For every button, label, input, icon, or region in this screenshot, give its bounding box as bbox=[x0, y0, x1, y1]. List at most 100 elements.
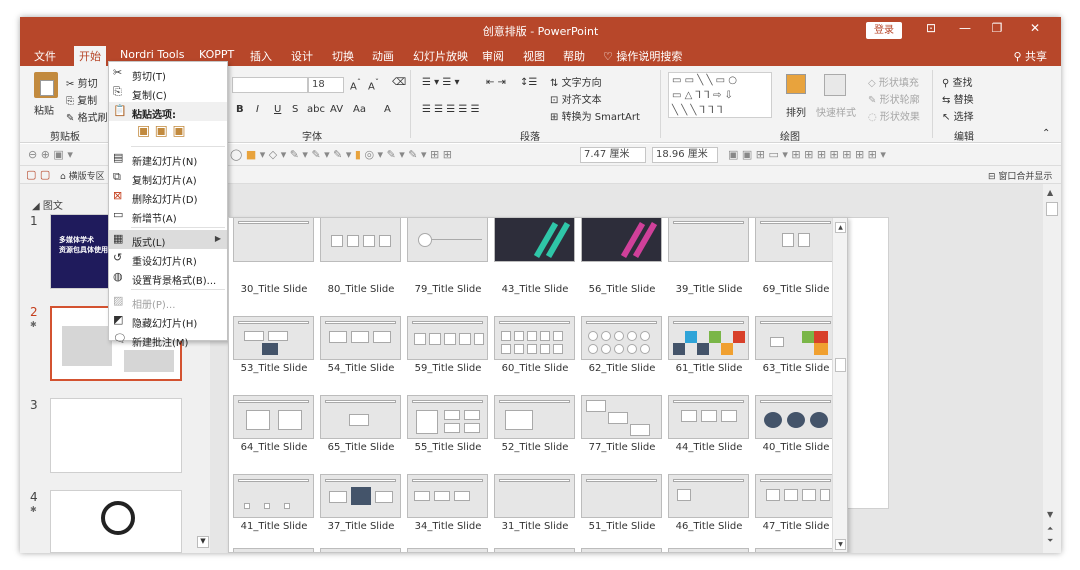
tab-transitions[interactable]: 切换 bbox=[332, 48, 354, 64]
layout-thumb[interactable] bbox=[233, 548, 314, 552]
collapse-ribbon-icon[interactable]: ⌃ bbox=[1042, 128, 1050, 139]
layout-thumb[interactable] bbox=[668, 316, 749, 360]
tab-home[interactable]: 开始 bbox=[74, 46, 106, 66]
shadow-icon[interactable]: S bbox=[292, 104, 298, 115]
quick-styles-icon[interactable] bbox=[824, 74, 846, 96]
paste-icon[interactable] bbox=[34, 72, 58, 98]
layout-thumb[interactable] bbox=[407, 474, 488, 518]
gallery-scrollbar[interactable]: ▲ ▼ bbox=[832, 218, 847, 552]
scroll-thumb[interactable] bbox=[1046, 202, 1058, 216]
tell-me-search[interactable]: ♡ 操作说明搜索 bbox=[603, 48, 682, 64]
menu-item-layout[interactable]: ▦ 版式(L) ▶ bbox=[109, 230, 227, 249]
menu-item-new-comment[interactable]: 🗨 新建批注(M) bbox=[109, 330, 227, 349]
format-painter-button[interactable]: ✎ 格式刷 bbox=[66, 109, 108, 124]
section-header[interactable]: ◢ 图文 bbox=[32, 197, 63, 212]
layout-thumb[interactable] bbox=[494, 548, 575, 552]
italic-icon[interactable]: I bbox=[256, 104, 259, 115]
layout-thumb[interactable] bbox=[233, 395, 314, 439]
layout-thumb[interactable] bbox=[494, 218, 575, 262]
slide-thumbnail-4[interactable] bbox=[50, 490, 182, 553]
layout-thumb[interactable] bbox=[320, 218, 401, 262]
menu-item-format-background[interactable]: ◍ 设置背景格式(B)... bbox=[109, 268, 227, 287]
layout-thumb[interactable] bbox=[494, 395, 575, 439]
layout-thumb[interactable] bbox=[233, 316, 314, 360]
tab-review[interactable]: 审阅 bbox=[482, 48, 504, 64]
indent-icon[interactable]: ⇤ ⇥ bbox=[486, 77, 506, 88]
cut-button[interactable]: ✂ 剪切 bbox=[66, 75, 98, 90]
change-case-icon[interactable]: Aa bbox=[353, 104, 366, 115]
tab-animations[interactable]: 动画 bbox=[372, 48, 394, 64]
toolbar-icons-mid[interactable]: ◯ ■ ▾ ◇ ▾ ✎ ▾ ✎ ▾ ✎ ▾ ▮ ◎ ▾ ✎ ▾ ✎ ▾ ⊞ ⊞ bbox=[230, 148, 452, 161]
gallery-scroll-down-icon[interactable]: ▼ bbox=[835, 539, 846, 550]
menu-item-cut[interactable]: ✂ 剪切(T) bbox=[109, 64, 227, 83]
tab-design[interactable]: 设计 bbox=[291, 48, 313, 64]
align-text-button[interactable]: ⊡ 对齐文本 bbox=[550, 91, 602, 106]
tab-koppt[interactable]: KOPPT bbox=[199, 48, 234, 61]
next-slide-icon[interactable]: ⏷ bbox=[1047, 536, 1053, 546]
menu-item-duplicate-slide[interactable]: ⧉ 复制幻灯片(A) bbox=[109, 168, 227, 187]
layout-thumb[interactable] bbox=[320, 474, 401, 518]
tab-horizontal-zone[interactable]: ⌂ 横版专区 ✕ bbox=[60, 169, 115, 182]
align-icons[interactable]: ☰ ☰ ☰ ☰ ☰ bbox=[422, 104, 480, 115]
tab-help[interactable]: 帮助 bbox=[563, 48, 585, 64]
bullets-icon[interactable]: ☰ ▾ ☰ ▾ bbox=[422, 77, 460, 88]
char-spacing-icon[interactable]: AV bbox=[330, 104, 343, 115]
font-size-combo[interactable]: 18 bbox=[308, 77, 344, 93]
copy-button[interactable]: ⎘ 复制 bbox=[66, 92, 97, 107]
shapes-gallery[interactable]: ▭ ▭ ╲ ╲ ▭ ○ ▭ △ ⅂ ⅂ ⇨ ⇩ ╲ ╲ ╲ ⅂ ⅂ ⅂ bbox=[668, 72, 772, 118]
layout-thumb[interactable] bbox=[581, 395, 662, 439]
login-button[interactable]: 登录 bbox=[866, 22, 902, 39]
grow-font-icon[interactable]: Aˆ bbox=[350, 77, 361, 92]
layout-thumb[interactable] bbox=[581, 218, 662, 262]
layout-thumb[interactable] bbox=[755, 395, 836, 439]
line-spacing-icon[interactable]: ↕☰ bbox=[520, 77, 537, 88]
font-color-icon[interactable]: A bbox=[384, 104, 391, 115]
bold-icon[interactable]: B bbox=[236, 104, 244, 115]
layout-thumb[interactable] bbox=[233, 474, 314, 518]
minimize-icon[interactable]: — bbox=[956, 21, 974, 35]
layout-thumb[interactable] bbox=[407, 548, 488, 552]
slide-thumbnail-3[interactable] bbox=[50, 398, 182, 473]
close-icon[interactable]: ✕ bbox=[1026, 21, 1044, 35]
menu-item-hide-slide[interactable]: ◩ 隐藏幻灯片(H) bbox=[109, 311, 227, 330]
layout-thumb[interactable] bbox=[668, 218, 749, 262]
menu-item-delete-slide[interactable]: ⊠ 删除幻灯片(D) bbox=[109, 187, 227, 206]
shrink-font-icon[interactable]: Aˇ bbox=[368, 77, 379, 92]
paste-button[interactable]: 粘贴 bbox=[34, 102, 54, 117]
toolbar-icons-left[interactable]: ⊖ ⊕ ▣ ▾ bbox=[28, 148, 73, 161]
arrange-button[interactable]: 排列 bbox=[786, 104, 806, 119]
layout-thumb[interactable] bbox=[407, 316, 488, 360]
merge-windows-button[interactable]: ⊟ 窗口合并显示 bbox=[988, 169, 1052, 182]
toolbar-icons-right[interactable]: ▣ ▣ ⊞ ▭ ▾ ⊞ ⊞ ⊞ ⊞ ⊞ ⊞ ⊞ ▾ bbox=[728, 148, 886, 161]
tab-slideshow[interactable]: 幻灯片放映 bbox=[413, 48, 468, 64]
layout-thumb[interactable] bbox=[407, 395, 488, 439]
layout-thumb[interactable] bbox=[494, 474, 575, 518]
layout-thumb[interactable] bbox=[233, 218, 314, 262]
layout-thumb[interactable] bbox=[668, 395, 749, 439]
tab-file[interactable]: 文件 bbox=[34, 48, 56, 64]
layout-thumb[interactable] bbox=[755, 218, 836, 262]
layout-thumb[interactable] bbox=[755, 316, 836, 360]
layout-thumb[interactable] bbox=[494, 316, 575, 360]
replace-button[interactable]: ⇆ 替换 bbox=[942, 91, 974, 106]
clear-format-icon[interactable]: ⌫ bbox=[392, 77, 406, 88]
height-field[interactable]: 18.96 厘米 bbox=[652, 147, 718, 163]
gallery-scroll-up-icon[interactable]: ▲ bbox=[835, 222, 846, 233]
shape-outline-button[interactable]: ✎ 形状轮廓 bbox=[868, 91, 920, 106]
find-button[interactable]: ⚲ 查找 bbox=[942, 74, 973, 89]
menu-item-reset-slide[interactable]: ↺ 重设幻灯片(R) bbox=[109, 249, 227, 268]
doc-icons[interactable]: ▢ ▢ bbox=[26, 168, 50, 181]
tab-view[interactable]: 视图 bbox=[523, 48, 545, 64]
ribbon-display-icon[interactable]: ⊡ bbox=[922, 21, 940, 35]
gallery-scroll-thumb[interactable] bbox=[835, 358, 846, 372]
scroll-up-icon[interactable]: ▲ bbox=[1047, 188, 1053, 197]
font-name-combo[interactable] bbox=[232, 77, 308, 93]
layout-thumb[interactable] bbox=[755, 474, 836, 518]
layout-thumb[interactable] bbox=[755, 548, 836, 552]
select-button[interactable]: ↖ 选择 bbox=[942, 108, 974, 123]
arrange-icon[interactable] bbox=[786, 74, 806, 94]
width-field[interactable]: 7.47 厘米 bbox=[580, 147, 646, 163]
vertical-scrollbar[interactable]: ▲ ▼ ⏶ ⏷ bbox=[1043, 184, 1061, 553]
menu-item-copy[interactable]: ⎘ 复制(C) bbox=[109, 83, 227, 102]
menu-item-add-section[interactable]: ▭ 新增节(A) bbox=[109, 206, 227, 225]
